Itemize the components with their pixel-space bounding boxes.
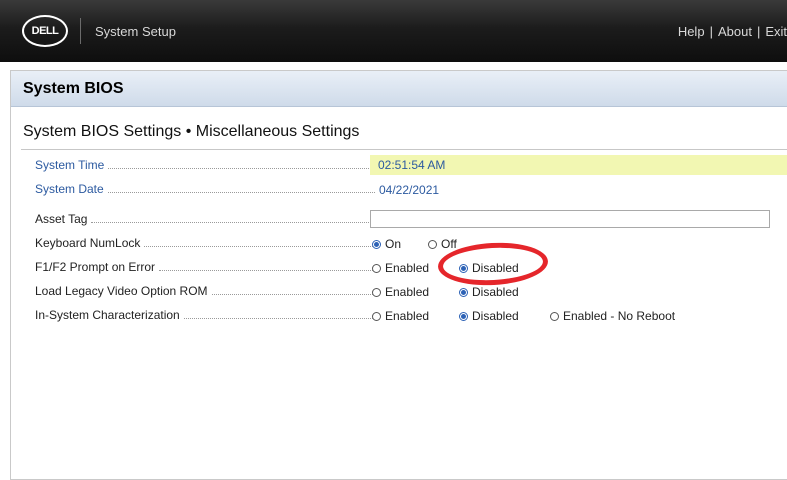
- system-date-value[interactable]: 04/22/2021: [379, 183, 439, 197]
- link-separator: |: [709, 24, 713, 39]
- leader-dots: [183, 317, 375, 319]
- header-bar: DELL System Setup Help | About | Exit: [0, 0, 787, 62]
- radio-unselected-icon[interactable]: [372, 263, 381, 273]
- system-time-row: System Time: [35, 155, 375, 175]
- option-label: Off: [441, 237, 457, 251]
- keyboard-numlock-row: Keyboard NumLock: [35, 233, 375, 253]
- isc-enabled-option[interactable]: Enabled: [372, 309, 429, 323]
- radio-selected-icon[interactable]: [459, 287, 468, 297]
- radio-selected-icon[interactable]: [372, 239, 381, 249]
- numlock-off-option[interactable]: Off: [428, 237, 457, 251]
- bios-panel: System BIOS System BIOS Settings • Misce…: [10, 70, 787, 480]
- link-separator: |: [756, 24, 761, 39]
- system-time-label: System Time: [35, 158, 105, 172]
- leader-dots: [144, 245, 375, 247]
- radio-unselected-icon[interactable]: [428, 239, 437, 249]
- option-label: Disabled: [472, 285, 519, 299]
- system-date-row: System Date: [35, 179, 375, 199]
- leader-dots: [91, 221, 375, 223]
- panel-header: System BIOS: [11, 71, 787, 107]
- header-divider: [80, 18, 81, 44]
- legacy-video-disabled-option[interactable]: Disabled: [459, 285, 519, 299]
- option-label: Enabled: [385, 285, 430, 299]
- option-label: Disabled: [472, 309, 519, 323]
- radio-unselected-icon[interactable]: [372, 311, 381, 321]
- leader-dots: [211, 293, 375, 295]
- asset-tag-row: Asset Tag: [35, 209, 375, 229]
- option-label: Enabled - No Reboot: [563, 309, 676, 323]
- option-label: Enabled: [385, 309, 430, 323]
- panel-title: System BIOS: [23, 80, 124, 97]
- system-date-label: System Date: [35, 182, 104, 196]
- exit-link[interactable]: Exit: [765, 24, 787, 39]
- logo-text: DELL: [31, 25, 59, 37]
- f1f2-prompt-row: F1/F2 Prompt on Error: [35, 257, 375, 277]
- section-title: System BIOS Settings • Miscellaneous Set…: [23, 123, 360, 140]
- header-links: Help | About | Exit: [678, 24, 787, 39]
- f1f2-enabled-option[interactable]: Enabled: [372, 261, 429, 275]
- option-label: Enabled: [385, 261, 430, 275]
- section-divider: [21, 149, 787, 150]
- asset-tag-input[interactable]: [370, 210, 770, 228]
- about-link[interactable]: About: [718, 24, 752, 39]
- isc-enabled-no-reboot-option[interactable]: Enabled - No Reboot: [550, 309, 675, 323]
- leader-dots: [159, 269, 375, 271]
- in-system-char-row: In-System Characterization: [35, 305, 375, 325]
- radio-unselected-icon[interactable]: [372, 287, 381, 297]
- numlock-on-option[interactable]: On: [372, 237, 401, 251]
- legacy-video-enabled-option[interactable]: Enabled: [372, 285, 429, 299]
- legacy-video-row: Load Legacy Video Option ROM: [35, 281, 375, 301]
- app-title: System Setup: [95, 24, 176, 39]
- legacy-video-label: Load Legacy Video Option ROM: [35, 284, 208, 298]
- isc-disabled-option[interactable]: Disabled: [459, 309, 519, 323]
- leader-dots: [108, 167, 375, 169]
- in-system-char-label: In-System Characterization: [35, 308, 180, 322]
- radio-selected-icon[interactable]: [459, 311, 468, 321]
- asset-tag-label: Asset Tag: [35, 212, 88, 226]
- dell-logo-icon: DELL: [22, 15, 68, 47]
- system-time-field[interactable]: 02:51:54 AM: [370, 155, 787, 175]
- option-label: On: [385, 237, 402, 251]
- keyboard-numlock-label: Keyboard NumLock: [35, 236, 141, 250]
- radio-unselected-icon[interactable]: [550, 311, 559, 321]
- leader-dots: [107, 191, 375, 193]
- f1f2-prompt-label: F1/F2 Prompt on Error: [35, 260, 156, 274]
- help-link[interactable]: Help: [678, 24, 705, 39]
